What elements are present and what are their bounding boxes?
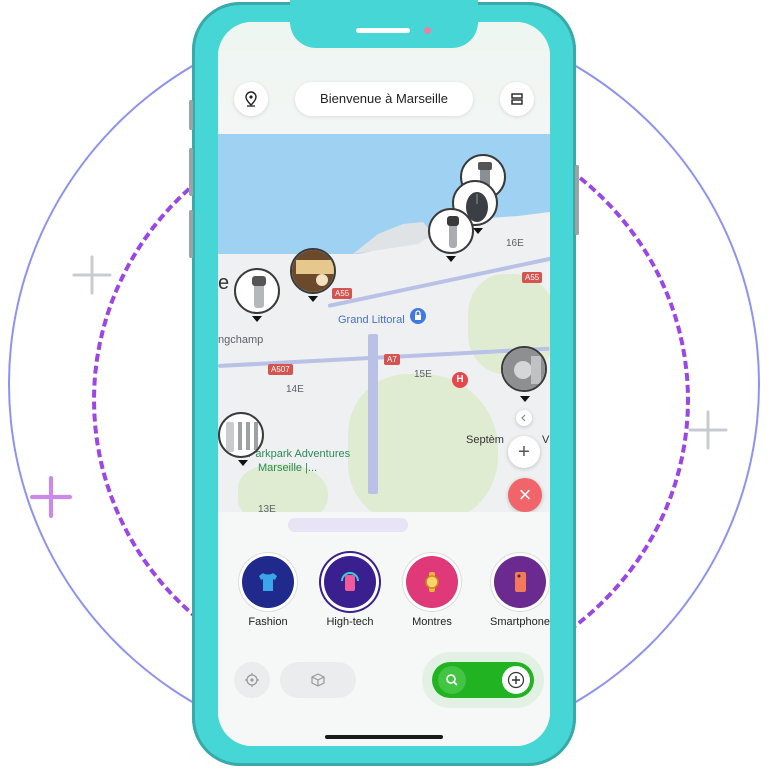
photo-product-icon — [292, 250, 334, 292]
product-pin[interactable] — [290, 248, 336, 294]
category-fashion[interactable]: Fashion — [232, 556, 304, 628]
smartphone-icon — [494, 556, 546, 608]
road-shield: A507 — [268, 364, 293, 375]
category-montres[interactable]: Montres — [396, 556, 468, 628]
map-label-park: Parkpark Adventures — [248, 448, 351, 460]
side-button — [189, 148, 193, 196]
speaker-grille — [356, 28, 410, 33]
crosshair-icon — [245, 673, 259, 687]
app-screen: 16E e Grand Littoral ngchamp 15E 14E Sep… — [218, 22, 550, 746]
watch-icon — [406, 556, 458, 608]
pin-pointer — [473, 228, 483, 234]
page-title[interactable]: Bienvenue à Marseille — [295, 82, 473, 116]
list-view-button[interactable] — [500, 82, 534, 116]
side-button — [575, 165, 579, 235]
package-button[interactable] — [280, 662, 356, 698]
phone-notch — [290, 0, 478, 48]
sheet-handle — [288, 518, 408, 532]
category-label: Montres — [412, 616, 452, 628]
map-label-edge-v: V — [542, 434, 550, 446]
collapse-arrow-button[interactable] — [516, 410, 532, 426]
add-button[interactable] — [502, 666, 530, 694]
side-button — [189, 210, 193, 258]
pin-pointer — [308, 296, 318, 302]
sparkle-plus-icon — [72, 255, 112, 295]
map-label-edge-e: e — [218, 272, 230, 294]
product-pin[interactable] — [501, 346, 547, 392]
sparkle-plus-icon — [688, 410, 728, 450]
add-icon — [507, 671, 525, 689]
close-map-button[interactable]: × — [508, 478, 542, 512]
map-label-arr16: 16E — [506, 238, 524, 249]
map-view[interactable]: 16E e Grand Littoral ngchamp 15E 14E Sep… — [218, 134, 550, 529]
package-icon — [311, 673, 325, 687]
list-view-icon — [511, 93, 523, 105]
highway-road — [368, 334, 378, 494]
map-label-park-line2: Marseille |... — [258, 462, 318, 474]
gimbal-product-icon — [252, 276, 266, 308]
pin-pointer — [446, 256, 456, 262]
category-label: High-tech — [326, 616, 374, 628]
pin-pointer — [520, 396, 530, 402]
chevron-left-icon — [521, 414, 526, 422]
product-pin[interactable] — [428, 208, 474, 254]
map-label-longchamp: ngchamp — [218, 334, 264, 346]
map-label-arr14: 14E — [286, 384, 304, 395]
bottom-sheet: Fashion High-tech Montres Smartphone — [218, 512, 550, 746]
zoom-in-button[interactable]: + — [508, 436, 540, 468]
front-camera — [424, 27, 431, 34]
search-icon — [446, 674, 458, 686]
map-label-septemes: Septèm — [466, 434, 504, 446]
camera-gimbal-product-icon — [447, 216, 459, 248]
category-label: Smartphone — [490, 616, 550, 628]
home-indicator — [325, 735, 443, 739]
search-toggle[interactable] — [432, 662, 534, 698]
side-button — [189, 100, 193, 130]
road-shield: A55 — [522, 272, 543, 283]
map-label-grand-littoral: Grand Littoral — [338, 314, 405, 326]
tshirt-icon — [242, 556, 294, 608]
location-button[interactable] — [234, 82, 268, 116]
category-label: Fashion — [248, 616, 288, 628]
road-shield: A55 — [332, 288, 353, 299]
search-button[interactable] — [438, 666, 466, 694]
pin-pointer — [252, 316, 262, 322]
category-high-tech[interactable]: High-tech — [314, 556, 386, 628]
product-pin[interactable] — [218, 412, 264, 458]
map-label-arr15: 15E — [414, 369, 432, 380]
accessory-product-icon — [503, 348, 545, 390]
lock-poi-icon — [410, 308, 426, 324]
road-shield: A7 — [384, 354, 400, 365]
pin-pointer — [238, 460, 248, 466]
tablet-accessory-product-icon — [226, 422, 258, 452]
product-pin[interactable] — [234, 268, 280, 314]
location-pin-icon — [245, 91, 257, 107]
sparkle-plus-icon — [30, 476, 72, 518]
category-smartphone[interactable]: Smartphone — [484, 556, 550, 628]
phone-tech-icon — [324, 556, 376, 608]
locate-me-button[interactable] — [234, 662, 270, 698]
hospital-marker[interactable]: H — [452, 372, 468, 388]
